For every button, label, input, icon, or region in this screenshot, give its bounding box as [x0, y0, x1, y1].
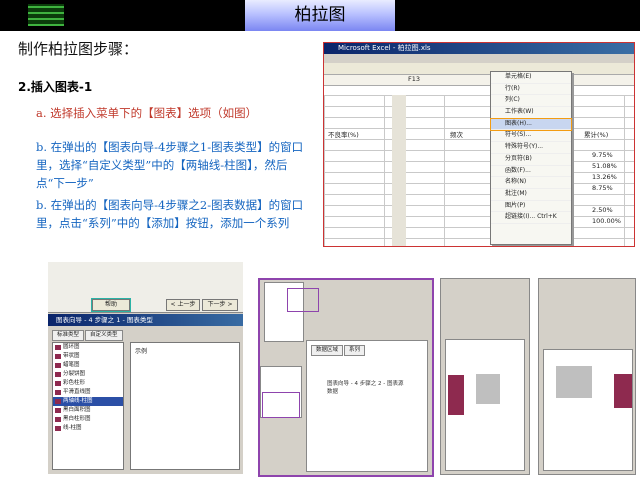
chart-wizard-step1-screenshot: 帮助 < 上一步 下一步 > 图表向导 - 4 步骤之 1 - 图表类型 标准类… — [48, 262, 243, 474]
menu-item[interactable]: 超链接(I)... Ctrl+K — [491, 212, 571, 224]
page-heading: 制作柏拉图步骤： — [18, 40, 139, 58]
wizard-tabs: 数据区域 系列 — [311, 345, 366, 356]
tab-data-range[interactable]: 数据区域 — [311, 345, 344, 356]
chart-preview-pane: 示例 — [130, 342, 240, 470]
next-button[interactable]: 下一步 > — [202, 299, 238, 311]
prev-button[interactable]: < 上一步 — [166, 299, 200, 311]
help-button[interactable]: 帮助 — [91, 298, 131, 312]
excel-title-bar: Microsoft Excel - 柏拉图.xls — [324, 43, 634, 54]
menu-item[interactable]: 单元格(E) — [491, 72, 571, 84]
cell: 100.00% — [592, 217, 621, 225]
chart-preview-bar — [614, 374, 632, 408]
cell: 51.08% — [592, 162, 617, 170]
title-banner: 柏拉图 — [0, 0, 640, 31]
menu-item[interactable]: 分页符(B) — [491, 154, 571, 166]
highlight-box — [287, 288, 319, 312]
chart-preview-area — [476, 374, 500, 404]
list-item[interactable]: 分裂饼图 — [53, 370, 123, 379]
list-item[interactable]: 黑白柱形图 — [53, 415, 123, 424]
chart-wizard-screenshot-3 — [440, 278, 530, 475]
list-item[interactable]: 平滑直线图 — [53, 388, 123, 397]
preview-label: 示例 — [135, 348, 148, 355]
cell: 9.75% — [592, 151, 613, 159]
step-b2-text: b. 在弹出的【图表向导-4步骤之2-图表数据】的窗口里，点击“系列”中的【添加… — [36, 198, 304, 230]
step-b1-text: b. 在弹出的【图表向导-4步骤之1-图表类型】的窗口里，选择“自定义类型”中的… — [36, 140, 304, 190]
chart-wizard-step2-screenshot: 数据区域 系列 图表向导 - 4 步骤之 2 - 图表源数据 — [258, 278, 434, 477]
list-item-selected[interactable]: 两轴线-柱图 — [53, 397, 123, 406]
menu-item[interactable]: 批注(M) — [491, 189, 571, 201]
name-box: F13 — [408, 75, 421, 83]
insert-menu: 单元格(E) 行(R) 列(C) 工作表(W) 图表(H)... 符号(S)..… — [490, 71, 572, 245]
wizard-title-bar: 图表向导 - 4 步骤之 1 - 图表类型 — [48, 314, 243, 326]
excel-formula-bar: F13 — [324, 75, 634, 86]
excel-menu-bar — [324, 54, 634, 63]
tab-custom[interactable]: 自定义类型 — [85, 330, 123, 341]
wizard-previous-pane: 帮助 < 上一步 下一步 > — [48, 262, 243, 313]
list-item[interactable]: 彩色柱形 — [53, 379, 123, 388]
cell: 2.50% — [592, 206, 613, 214]
wizard-tabs: 标准类型 自定义类型 — [52, 330, 124, 341]
cell: 累计(%) — [584, 131, 609, 139]
chart-wizard-screenshot-4 — [538, 278, 636, 475]
cell: 8.75% — [592, 184, 613, 192]
wizard-dialog — [543, 349, 633, 471]
menu-item[interactable]: 行(R) — [491, 84, 571, 96]
step-a-text: a. 选择插入菜单下的【图表】选项（如图） — [36, 106, 258, 120]
tab-series[interactable]: 系列 — [344, 345, 366, 356]
wizard-dialog — [445, 339, 525, 471]
excel-toolbar — [324, 63, 634, 75]
wizard-caption: 图表向导 - 4 步骤之 2 - 图表源数据 — [327, 381, 404, 395]
list-item[interactable]: 黑白面积图 — [53, 406, 123, 415]
cell: 不良率(%) — [328, 131, 359, 139]
menu-item[interactable]: 图片(P) — [491, 201, 571, 213]
section-subheading: 2.插入图表-1 — [18, 80, 93, 94]
slide-title: 柏拉图 — [245, 0, 395, 31]
list-item[interactable]: 圆环图 — [53, 343, 123, 352]
highlight-box — [262, 392, 300, 418]
row-header — [392, 95, 406, 246]
menu-item[interactable]: 列(C) — [491, 95, 571, 108]
wizard-dialog: 数据区域 系列 图表向导 - 4 步骤之 2 - 图表源数据 — [306, 340, 428, 472]
chart-type-list: 圆环图 带状图 蜡笔图 分裂饼图 彩色柱形 平滑直线图 两轴线-柱图 黑白面积图… — [52, 342, 124, 470]
chart-preview-area — [556, 366, 592, 398]
menu-item[interactable]: 名称(N) — [491, 177, 571, 189]
menu-item-chart[interactable]: 图表(H)... — [490, 117, 572, 132]
excel-grid — [324, 95, 634, 246]
excel-screenshot: Microsoft Excel - 柏拉图.xls F13 不良率(%) 频次 … — [323, 42, 635, 247]
logo-icon — [28, 4, 64, 26]
menu-item[interactable]: 符号(S)... — [491, 130, 571, 143]
menu-item[interactable]: 函数(F)... — [491, 166, 571, 178]
cell: 13.26% — [592, 173, 617, 181]
menu-item[interactable]: 特殊符号(Y)... — [491, 142, 571, 154]
list-item[interactable]: 带状图 — [53, 352, 123, 361]
chart-preview-bar — [448, 375, 464, 415]
cell: 频次 — [450, 131, 463, 139]
tab-standard[interactable]: 标准类型 — [52, 330, 85, 341]
list-item[interactable]: 蜡笔图 — [53, 361, 123, 370]
list-item[interactable]: 线-柱图 — [53, 424, 123, 433]
menu-item[interactable]: 工作表(W) — [491, 107, 571, 119]
